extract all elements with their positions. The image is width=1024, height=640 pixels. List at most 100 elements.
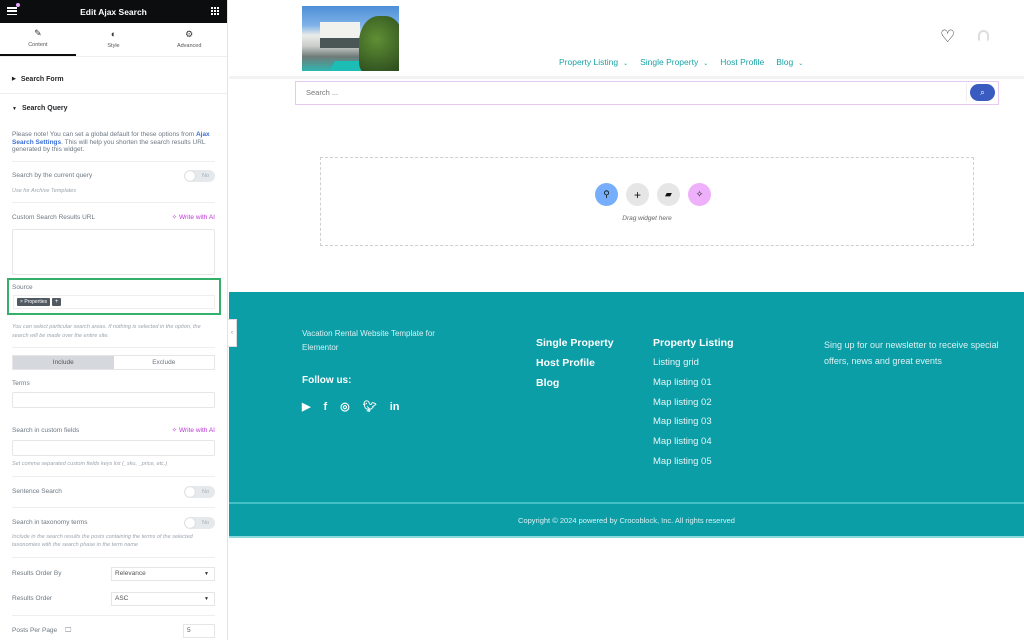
order-by-select[interactable]: Relevance ▼ bbox=[111, 566, 215, 581]
caret-right-icon: ▶ bbox=[12, 76, 16, 82]
magic-wand-icon[interactable]: ⚲ bbox=[595, 183, 618, 206]
taxonomy-terms-hint: Include in the search results the posts … bbox=[12, 533, 193, 549]
nav-label: Host Profile bbox=[720, 57, 765, 67]
write-with-ai-button[interactable]: ✧ Write with AI bbox=[172, 426, 215, 434]
half-circle-icon: ◐ bbox=[110, 29, 117, 39]
source-chip[interactable]: × Properties bbox=[17, 298, 51, 306]
taxonomy-terms-row: Search in taxonomy terms No bbox=[0, 515, 227, 531]
per-page-input[interactable]: 5 bbox=[183, 623, 215, 638]
linkedin-icon[interactable]: in bbox=[390, 401, 400, 413]
search-button[interactable]: ⌕ bbox=[970, 84, 995, 101]
chevron-down-icon: ⌄ bbox=[623, 61, 629, 67]
current-query-label: Search by the current query bbox=[12, 172, 93, 179]
nav-item-single-property[interactable]: Single Property ⌄ bbox=[640, 57, 708, 67]
terms-label: Terms bbox=[12, 379, 30, 387]
nav-label: Property Listing bbox=[559, 57, 619, 67]
ai-sparkle-icon[interactable]: ✧ bbox=[688, 183, 711, 206]
tab-content[interactable]: ✎ Content bbox=[0, 23, 76, 56]
custom-fields-input[interactable] bbox=[12, 440, 215, 456]
widgets-grid-icon[interactable] bbox=[211, 7, 219, 15]
source-label: Source bbox=[12, 284, 33, 291]
custom-url-label: Custom Search Results URL bbox=[12, 213, 96, 221]
select-value: Relevance bbox=[115, 570, 146, 577]
toggle-text: No bbox=[201, 172, 209, 179]
toggle-text: No bbox=[201, 519, 209, 526]
tree-shape bbox=[359, 16, 399, 71]
youtube-icon[interactable]: ▶ bbox=[302, 400, 310, 413]
tab-advanced[interactable]: ⚙ Advanced bbox=[151, 23, 227, 56]
footer-link[interactable]: Map listing 01 bbox=[653, 377, 734, 397]
footer-heading-property-listing[interactable]: Property Listing bbox=[653, 337, 734, 349]
source-hint: You can select particular search areas. … bbox=[12, 324, 201, 339]
tab-label: Content bbox=[28, 42, 48, 48]
pencil-icon: ✎ bbox=[34, 28, 42, 38]
order-by-label: Results Order By bbox=[12, 570, 62, 577]
divider bbox=[12, 475, 215, 477]
footer-link[interactable]: Map listing 02 bbox=[653, 397, 734, 417]
footer-link[interactable]: Map listing 05 bbox=[653, 456, 734, 476]
current-query-toggle[interactable]: No bbox=[184, 169, 215, 182]
per-page-label: Posts Per Page 🖵 bbox=[12, 627, 71, 635]
chevron-left-icon: ‹ bbox=[231, 330, 233, 336]
exclude-option[interactable]: Exclude bbox=[114, 356, 215, 369]
drop-zone[interactable]: ⚲ + ▰ ✧ Drag widget here bbox=[320, 157, 974, 246]
order-select[interactable]: ASC ▼ bbox=[111, 591, 215, 606]
sentence-search-toggle[interactable]: No bbox=[184, 485, 215, 498]
instagram-icon[interactable]: ◎ bbox=[340, 400, 350, 413]
custom-fields-row: Search in custom fields ✧ Write with AI bbox=[0, 423, 227, 437]
divider bbox=[12, 160, 215, 162]
include-exclude-switch: Include Exclude bbox=[12, 355, 215, 370]
chip-remove-icon[interactable]: × bbox=[20, 299, 23, 305]
sentence-search-label: Sentence Search bbox=[12, 488, 62, 495]
source-select[interactable]: × Properties + bbox=[13, 295, 215, 309]
nav-item-host-profile[interactable]: Host Profile bbox=[720, 57, 764, 67]
footer-link-blog[interactable]: Blog bbox=[536, 377, 614, 389]
search-input[interactable]: Search ... bbox=[297, 83, 967, 102]
include-option[interactable]: Include bbox=[13, 356, 114, 369]
footer-link-single-property[interactable]: Single Property bbox=[536, 337, 614, 349]
panel-tabs: ✎ Content ◐ Style ⚙ Advanced bbox=[0, 23, 227, 57]
menu-icon[interactable] bbox=[7, 7, 17, 15]
current-query-row: Search by the current query No bbox=[0, 169, 227, 183]
custom-url-row: Custom Search Results URL ✧ Write with A… bbox=[0, 210, 227, 224]
footer-links-main: Single Property Host Profile Blog bbox=[536, 337, 614, 389]
folder-icon[interactable]: ▰ bbox=[657, 183, 680, 206]
dropdown-arrow-icon: ▼ bbox=[204, 595, 209, 602]
house-shape bbox=[320, 22, 360, 48]
site-footer: Vacation Rental Website Template for Ele… bbox=[229, 292, 1024, 538]
custom-url-textarea[interactable] bbox=[12, 229, 215, 275]
caret-down-icon: ▼ bbox=[12, 105, 17, 112]
logo-image[interactable] bbox=[302, 6, 399, 71]
footer-link[interactable]: Map listing 03 bbox=[653, 416, 734, 436]
add-source-button[interactable]: + bbox=[52, 298, 62, 306]
section-search-query[interactable]: ▼ Search Query bbox=[0, 94, 227, 123]
desktop-icon[interactable]: 🖵 bbox=[65, 627, 71, 634]
header-separator bbox=[229, 76, 1024, 79]
dropdown-arrow-icon: ▼ bbox=[204, 570, 209, 577]
per-page-row: Posts Per Page 🖵 5 bbox=[0, 623, 227, 639]
twitter-icon[interactable]: 🐦︎ bbox=[363, 400, 377, 413]
ai-sparkle-icon: ✧ bbox=[171, 214, 179, 221]
tab-style[interactable]: ◐ Style bbox=[76, 23, 152, 56]
chevron-down-icon: ⌄ bbox=[798, 61, 804, 67]
nav-item-property-listing[interactable]: Property Listing ⌄ bbox=[559, 57, 628, 67]
add-section-icon[interactable]: + bbox=[626, 183, 649, 206]
user-avatar-icon[interactable] bbox=[978, 30, 989, 41]
collapse-panel-button[interactable]: ‹ bbox=[228, 319, 237, 347]
nav-label: Single Property bbox=[640, 57, 699, 67]
nav-label: Blog bbox=[776, 57, 794, 67]
footer-link[interactable]: Listing grid bbox=[653, 357, 734, 377]
panel-header: Edit Ajax Search bbox=[0, 0, 227, 23]
write-with-ai-button[interactable]: ✧ Write with AI bbox=[172, 213, 215, 221]
facebook-icon[interactable]: f bbox=[323, 401, 327, 413]
search-icon: ⌕ bbox=[980, 87, 985, 97]
custom-fields-hint: Set comma separated custom fields keys l… bbox=[12, 461, 168, 467]
drag-widget-text: Drag widget here bbox=[622, 215, 672, 222]
heart-icon[interactable]: ♡ bbox=[940, 28, 955, 45]
footer-link[interactable]: Map listing 04 bbox=[653, 436, 734, 456]
terms-input[interactable] bbox=[12, 392, 215, 408]
nav-item-blog[interactable]: Blog ⌄ bbox=[776, 57, 803, 67]
footer-link-host-profile[interactable]: Host Profile bbox=[536, 357, 614, 369]
section-search-form[interactable]: ▶ Search Form bbox=[0, 65, 227, 94]
taxonomy-terms-toggle[interactable]: No bbox=[184, 516, 215, 529]
